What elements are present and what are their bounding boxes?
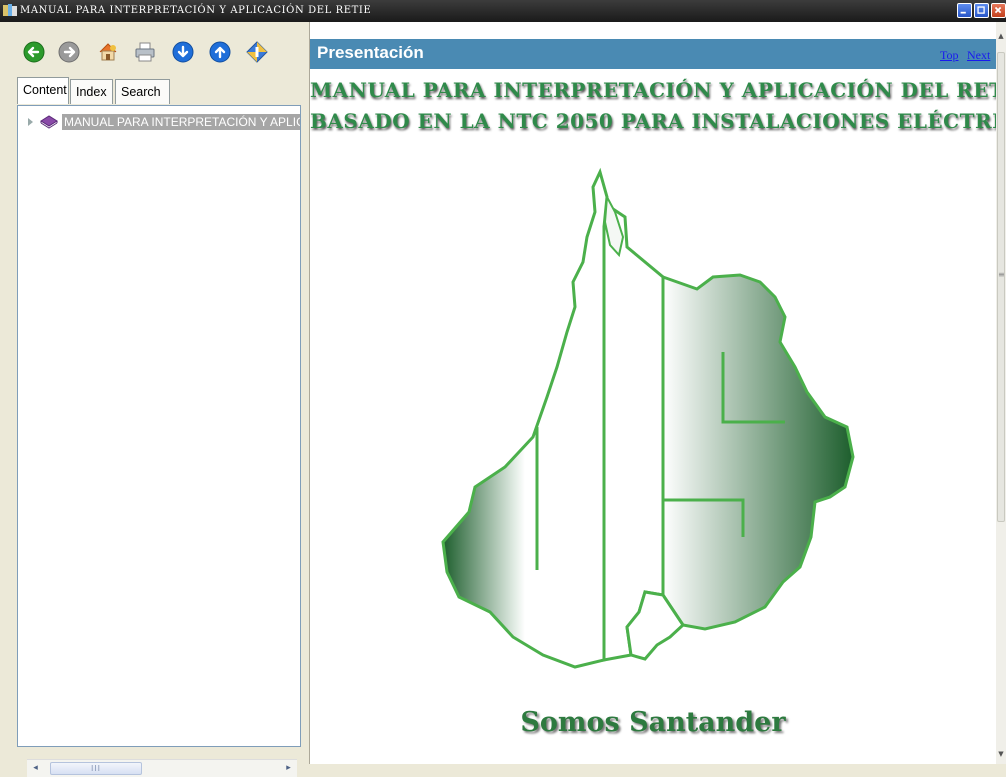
contents-tree: MANUAL PARA INTERPRETACIÓN Y APLICACIÓN … bbox=[17, 105, 301, 747]
banner-title-line-1: MANUAL PARA INTERPRETACIÓN Y APLICACIÓN … bbox=[310, 78, 996, 102]
scroll-right-arrow-icon[interactable]: ▸ bbox=[280, 760, 297, 777]
home-icon bbox=[99, 43, 117, 61]
close-button[interactable] bbox=[991, 3, 1006, 18]
back-button[interactable] bbox=[23, 41, 45, 63]
topic-header: Presentación Top Next bbox=[310, 39, 996, 69]
toolbar bbox=[0, 22, 309, 76]
navigation-pane: Content Index Search MANUAL PARA INTERPR… bbox=[0, 22, 310, 777]
window-title-bar[interactable]: MANUAL PARA INTERPRETACIÓN Y APLICACIÓN … bbox=[0, 0, 1006, 22]
banner-title-line-2: BASADO EN LA NTC 2050 PARA INSTALACIONES… bbox=[310, 109, 996, 133]
back-arrow-icon bbox=[23, 41, 45, 63]
sync-diamond-icon bbox=[246, 41, 268, 63]
horizontal-scrollbar[interactable]: ◂ III ▸ bbox=[27, 759, 297, 777]
expand-arrow-icon[interactable] bbox=[28, 118, 33, 126]
scroll-left-arrow-icon[interactable]: ◂ bbox=[27, 760, 44, 777]
minimize-button[interactable] bbox=[957, 3, 972, 18]
santander-map-logo bbox=[441, 167, 855, 669]
minimize-icon bbox=[960, 11, 966, 14]
locate-in-contents-button[interactable] bbox=[246, 41, 268, 63]
topic-content: Presentación Top Next MANUAL PARA INTERP… bbox=[310, 22, 996, 764]
top-link[interactable]: Top bbox=[940, 48, 959, 63]
scroll-up-arrow-icon[interactable]: ▲ bbox=[996, 32, 1006, 40]
down-arrow-icon bbox=[172, 41, 194, 63]
scroll-thumb[interactable] bbox=[997, 52, 1005, 522]
up-arrow-icon bbox=[209, 41, 231, 63]
next-topic-button[interactable] bbox=[172, 41, 194, 63]
scroll-grip-icon: ≡ bbox=[998, 270, 1005, 279]
forward-button[interactable] bbox=[58, 41, 80, 63]
forward-arrow-icon bbox=[58, 41, 80, 63]
scroll-down-arrow-icon[interactable]: ▼ bbox=[996, 750, 1006, 758]
tab-search[interactable]: Search bbox=[115, 79, 170, 104]
vertical-scrollbar[interactable]: ▲ ≡ ▼ bbox=[996, 22, 1006, 764]
printer-icon bbox=[135, 42, 155, 62]
tree-item-label[interactable]: MANUAL PARA INTERPRETACIÓN Y APLICACIÓN … bbox=[62, 114, 300, 130]
tab-index[interactable]: Index bbox=[70, 79, 113, 104]
next-link[interactable]: Next bbox=[967, 48, 990, 63]
book-icon bbox=[40, 115, 58, 129]
help-book-icon bbox=[3, 4, 17, 16]
close-icon bbox=[994, 6, 1002, 14]
maximize-icon bbox=[977, 6, 985, 14]
tab-content[interactable]: Content bbox=[17, 77, 69, 104]
previous-topic-button[interactable] bbox=[209, 41, 231, 63]
window-title: MANUAL PARA INTERPRETACIÓN Y APLICACIÓN … bbox=[20, 5, 372, 16]
topic-title: Presentación bbox=[317, 43, 424, 62]
slogan: Somos Santander bbox=[520, 707, 786, 738]
maximize-button[interactable] bbox=[974, 3, 989, 18]
print-button[interactable] bbox=[134, 41, 156, 63]
home-button[interactable] bbox=[97, 41, 119, 63]
